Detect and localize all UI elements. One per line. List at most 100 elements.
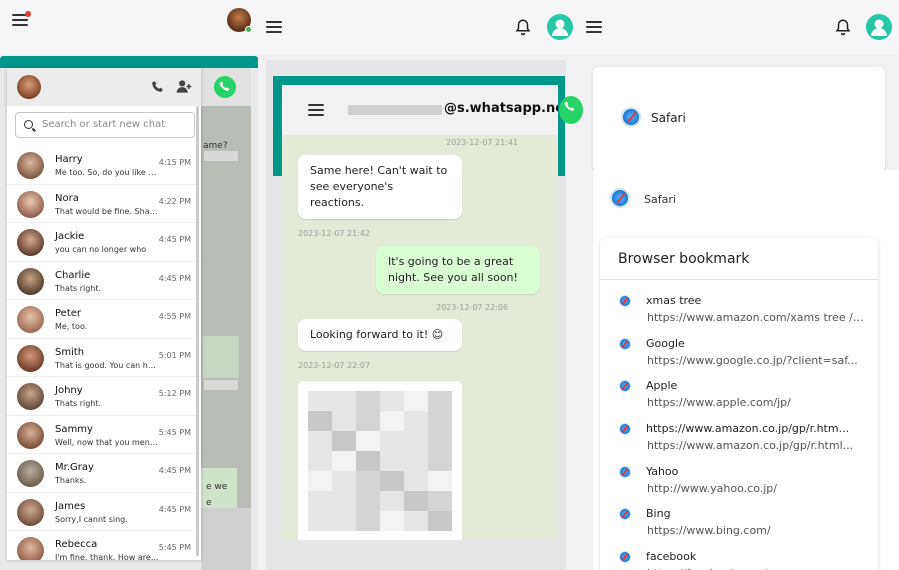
bookmark-list: xmas tree https://www.amazon.com/xams tre… bbox=[600, 280, 878, 570]
bookmark-url: https://www.bing.com/ bbox=[647, 524, 771, 538]
message-bubble-in: Same here! Can't wait to see everyone's … bbox=[298, 155, 462, 219]
bell-icon[interactable] bbox=[514, 18, 532, 36]
user-avatar[interactable] bbox=[866, 14, 892, 40]
blurred-image bbox=[308, 391, 452, 531]
menu-button[interactable] bbox=[12, 11, 31, 26]
add-contact-icon[interactable] bbox=[176, 79, 192, 94]
last-message: you can no longer who bbox=[55, 245, 147, 254]
bookmark-title: Browser bookmark bbox=[600, 238, 878, 280]
phone-icon[interactable] bbox=[151, 80, 164, 93]
safari-card: Safari bbox=[593, 67, 885, 171]
bookmark-url: https://www.google.co.jp/?client=saf... bbox=[647, 353, 858, 367]
chat-list-item[interactable]: Peter Me, too. 4:55 PM bbox=[7, 300, 201, 339]
contact-name: James bbox=[55, 500, 86, 512]
timestamp: 2023-12-07 22:07 bbox=[298, 361, 371, 370]
safari-icon bbox=[619, 423, 631, 436]
last-message: Me too. So, do you like th... bbox=[55, 168, 159, 177]
message-time: 4:22 PM bbox=[158, 196, 191, 206]
chat-list-item[interactable]: Jackie you can no longer who 4:45 PM bbox=[7, 223, 201, 262]
safari-icon bbox=[619, 337, 631, 350]
chat-menu-button[interactable] bbox=[308, 104, 324, 116]
bookmark-item[interactable]: Bing https://www.bing.com/ bbox=[600, 499, 878, 542]
contact-name: Jackie bbox=[55, 231, 85, 242]
safari-icon bbox=[621, 107, 641, 127]
bookmark-item[interactable]: https://www.amazon.co.jp/gp/r.htm... http… bbox=[600, 414, 878, 457]
bookmark-name: Bing bbox=[646, 507, 671, 521]
chat-list-item[interactable]: Smith That is good. You can ha... 5:01 PM bbox=[7, 339, 201, 377]
bookmark-name: https://www.amazon.co.jp/gp/r.htm... bbox=[646, 422, 850, 436]
last-message: Well, now that you ment... bbox=[55, 437, 159, 447]
bookmark-item[interactable]: Yahoo http://www.yahoo.co.jp/ bbox=[600, 457, 878, 500]
bookmark-url: http://www.yahoo.co.jp/ bbox=[647, 481, 777, 495]
user-avatar[interactable] bbox=[547, 14, 573, 40]
bookmark-name: Apple bbox=[646, 379, 678, 393]
chat-list-item[interactable]: James Sorry,I cannt sing. 4:45 PM bbox=[7, 493, 201, 531]
whatsapp-icon[interactable] bbox=[214, 76, 236, 98]
contact-name: Harry bbox=[55, 154, 83, 165]
notification-dot bbox=[25, 11, 31, 17]
timestamp: 2023-12-07 21:41 bbox=[446, 138, 519, 147]
chat-list-item[interactable]: Rebecca I'm fine, thank. How are... 5:45 P… bbox=[7, 531, 201, 560]
menu-icon bbox=[308, 104, 324, 116]
bookmark-item[interactable]: facebookhttps://facebook.com/... bbox=[600, 542, 878, 570]
bookmark-item[interactable]: xmas tree https://www.amazon.com/xams tre… bbox=[600, 286, 878, 329]
bookmark-name: facebook bbox=[646, 550, 697, 564]
menu-button-2[interactable] bbox=[266, 21, 282, 33]
message-time: 5:12 PM bbox=[158, 389, 191, 398]
bell-icon[interactable] bbox=[834, 18, 852, 36]
chat-list-header bbox=[7, 68, 201, 106]
chat-list-item[interactable]: Mr.Gray Thanks. 4:45 PM bbox=[7, 454, 201, 493]
chat-window: @s.whatsapp.net 2023-12-07 21:41 Same he… bbox=[282, 85, 558, 540]
user-icon bbox=[552, 19, 568, 36]
bookmark-item[interactable]: Google https://www.google.co.jp/?client=s… bbox=[600, 329, 878, 372]
scrollbar[interactable] bbox=[196, 106, 199, 556]
last-message: Thats right. bbox=[55, 283, 102, 293]
chat-header: @s.whatsapp.net bbox=[282, 85, 558, 135]
contact-name: Mr.Gray bbox=[55, 462, 94, 473]
search-placeholder: Search or start new chat bbox=[42, 119, 166, 130]
menu-icon bbox=[586, 21, 602, 33]
contact-avatar bbox=[17, 306, 44, 333]
contact-avatar bbox=[17, 152, 44, 179]
safari-app-label: Safari bbox=[644, 193, 676, 206]
menu-button-3[interactable] bbox=[586, 21, 602, 33]
contact-name: Rebecca bbox=[55, 539, 98, 550]
bookmark-name: Yahoo bbox=[646, 464, 679, 478]
chat-list-item[interactable]: Harry Me too. So, do you like th... 4:15 P… bbox=[7, 146, 201, 185]
contact-name: Charlie bbox=[55, 269, 91, 281]
top-bar bbox=[0, 0, 899, 54]
message-time: 4:45 PM bbox=[158, 235, 191, 244]
contact-name: Smith bbox=[55, 346, 85, 358]
peek-bubble bbox=[204, 380, 238, 390]
chat-list-item[interactable]: Johny Thats right. 5:12 PM bbox=[7, 377, 201, 416]
chat-list-item[interactable]: Charlie Thats right. 4:45 PM bbox=[7, 262, 201, 300]
peek-bubble bbox=[204, 151, 238, 161]
message-time: 4:55 PM bbox=[158, 312, 191, 321]
safari-icon bbox=[619, 465, 631, 478]
last-message: That would be fine. Shall... bbox=[55, 206, 159, 216]
safari-app-row[interactable]: Safari bbox=[610, 188, 676, 208]
my-avatar[interactable] bbox=[17, 75, 41, 99]
peek-text: ame? bbox=[203, 141, 228, 151]
message-time: 5:45 PM bbox=[158, 427, 191, 437]
contact-avatar bbox=[17, 537, 44, 560]
contact-avatar bbox=[17, 383, 44, 410]
chat-list-item[interactable]: Sammy Well, now that you ment... 5:45 PM bbox=[7, 416, 201, 454]
timestamp: 2023-12-07 21:42 bbox=[298, 229, 371, 238]
chat-list-item[interactable]: Nora That would be fine. Shall... 4:22 PM bbox=[7, 185, 201, 223]
search-input[interactable]: Search or start new chat bbox=[15, 112, 195, 138]
message-time: 4:45 PM bbox=[158, 466, 191, 475]
image-message[interactable] bbox=[298, 381, 462, 540]
message-time: 4:15 PM bbox=[158, 158, 191, 167]
last-message: Thats right. bbox=[55, 399, 102, 408]
contact-name: Peter bbox=[55, 308, 82, 319]
safari-card-title: Safari bbox=[651, 111, 686, 125]
bookmark-url: https://www.amazon.co.jp/gp/r.html... bbox=[647, 439, 854, 453]
peek-footer bbox=[201, 508, 251, 570]
bookmark-item[interactable]: Apple https://www.apple.com/jp/ bbox=[600, 371, 878, 414]
chat-list-panel: Search or start new chat Harry Me too. So… bbox=[7, 68, 201, 560]
online-indicator bbox=[245, 26, 252, 33]
safari-icon bbox=[619, 551, 631, 564]
bookmark-url: https://www.amazon.com/xams tree /450... bbox=[647, 311, 869, 324]
contact-name: Sammy bbox=[55, 423, 93, 435]
